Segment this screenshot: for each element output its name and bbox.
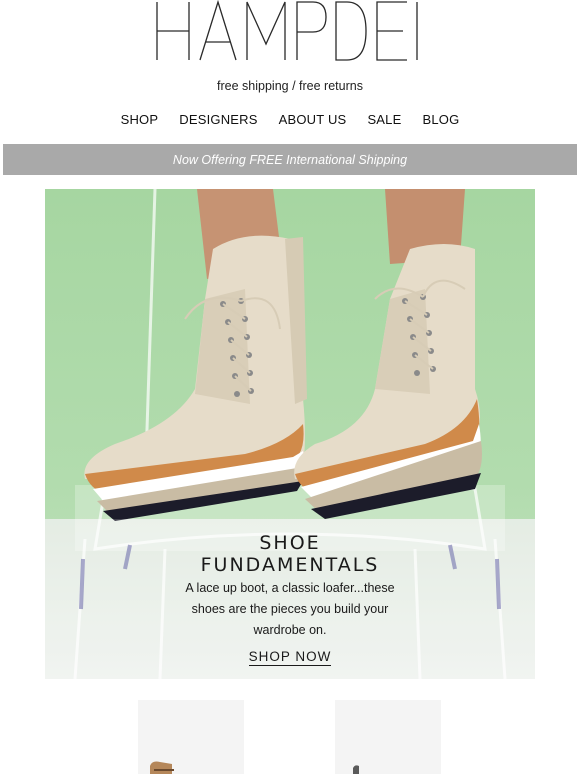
product-thumbnail[interactable] bbox=[138, 700, 244, 774]
shop-now-link[interactable]: SHOP NOW bbox=[248, 649, 332, 666]
hero-section[interactable]: SHOE FUNDAMENTALS A lace up boot, a clas… bbox=[45, 189, 535, 679]
product-image bbox=[138, 700, 244, 774]
logo-wordmark bbox=[156, 0, 418, 61]
main-nav: SHOP DESIGNERS ABOUT US SALE BLOG bbox=[0, 112, 580, 127]
brand-logo[interactable] bbox=[0, 0, 580, 62]
hero-title: SHOE FUNDAMENTALS bbox=[45, 532, 535, 576]
hero-description: A lace up boot, a classic loafer...these… bbox=[45, 578, 535, 641]
product-image bbox=[335, 700, 441, 774]
product-thumbnail[interactable] bbox=[335, 700, 441, 774]
hero-title-line-1: SHOE bbox=[259, 532, 321, 554]
nav-designers[interactable]: DESIGNERS bbox=[179, 112, 257, 127]
nav-blog[interactable]: BLOG bbox=[422, 112, 459, 127]
hero-description-line: shoes are the pieces you build your bbox=[191, 602, 389, 616]
nav-about-us[interactable]: ABOUT US bbox=[279, 112, 347, 127]
shipping-banner-text: Now Offering FREE International Shipping bbox=[172, 152, 408, 167]
hero-title-line-2: FUNDAMENTALS bbox=[200, 554, 380, 576]
hero-description-line: wardrobe on. bbox=[253, 623, 327, 637]
shipping-tagline: free shipping / free returns bbox=[217, 79, 363, 93]
nav-shop[interactable]: SHOP bbox=[121, 112, 159, 127]
hero-description-line: A lace up boot, a classic loafer...these bbox=[185, 581, 395, 595]
nav-sale[interactable]: SALE bbox=[367, 112, 401, 127]
hero-cta-wrap: SHOP NOW bbox=[45, 648, 535, 666]
shipping-banner[interactable]: Now Offering FREE International Shipping bbox=[3, 144, 577, 175]
